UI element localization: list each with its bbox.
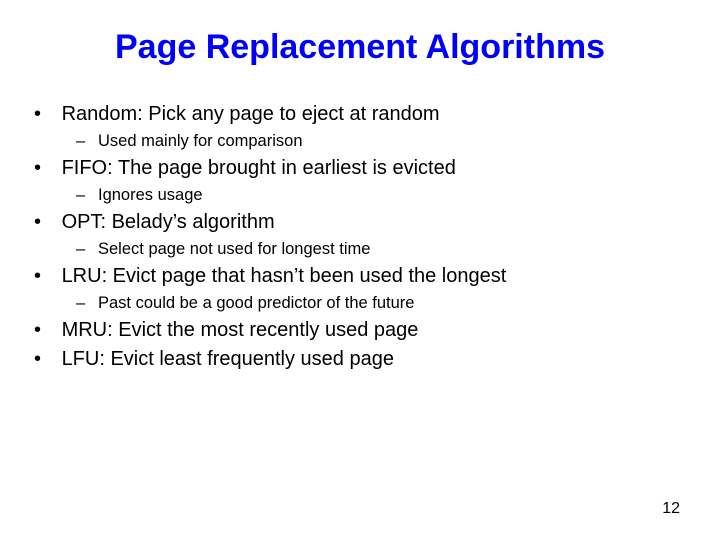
list-item-text: Random: Pick any page to eject at random (62, 103, 440, 125)
sub-list: Ignores usage (56, 186, 684, 205)
list-item-text: LRU: Evict page that hasn’t been used th… (62, 265, 507, 287)
slide-title: Page Replacement Algorithms (36, 28, 684, 67)
list-item: LRU: Evict page that hasn’t been used th… (56, 265, 684, 313)
list-item-text: LFU: Evict least frequently used page (62, 348, 394, 370)
list-item-text: MRU: Evict the most recently used page (62, 319, 419, 341)
sub-list: Past could be a good predictor of the fu… (56, 294, 684, 313)
sub-list-item: Used mainly for comparison (98, 132, 684, 151)
sub-list: Select page not used for longest time (56, 240, 684, 259)
sub-list-item: Past could be a good predictor of the fu… (98, 294, 684, 313)
sub-list-item: Ignores usage (98, 186, 684, 205)
sub-list-item: Select page not used for longest time (98, 240, 684, 259)
list-item: OPT: Belady’s algorithm Select page not … (56, 211, 684, 259)
list-item: MRU: Evict the most recently used page (56, 319, 684, 342)
sub-list: Used mainly for comparison (56, 132, 684, 151)
list-item-text: FIFO: The page brought in earliest is ev… (62, 157, 456, 179)
page-number: 12 (662, 500, 680, 518)
list-item: Random: Pick any page to eject at random… (56, 103, 684, 151)
bullet-list: Random: Pick any page to eject at random… (36, 103, 684, 371)
list-item: LFU: Evict least frequently used page (56, 348, 684, 371)
list-item-text: OPT: Belady’s algorithm (62, 211, 275, 233)
list-item: FIFO: The page brought in earliest is ev… (56, 157, 684, 205)
